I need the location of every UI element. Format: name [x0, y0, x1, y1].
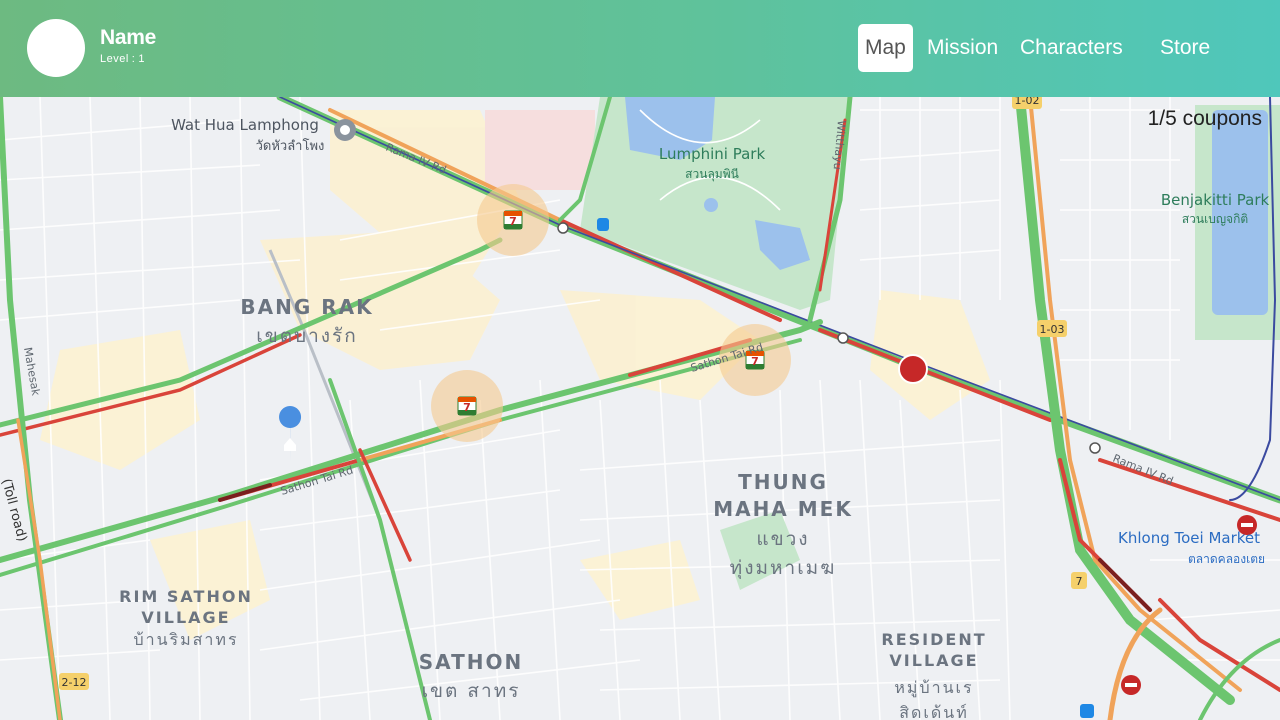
svg-text:7: 7: [463, 401, 471, 414]
place-label-local: สวนเบญจกิติ: [1182, 212, 1248, 226]
avatar[interactable]: [27, 19, 85, 77]
coupon-counter: 1/5 coupons: [1147, 107, 1262, 130]
place-label-local: วัดหัวลำโพง: [256, 138, 325, 154]
place-label: Khlong Toei Market: [1118, 529, 1260, 547]
bus-stop-icon: [1080, 704, 1094, 718]
district-label: VILLAGE: [141, 608, 230, 627]
seven-eleven-icon[interactable]: 7: [457, 396, 477, 416]
place-label-local: ตลาดคลองเตย: [1188, 552, 1265, 566]
hospital-area: [485, 110, 595, 190]
shield-label: 7: [1076, 575, 1083, 588]
level-label: Level: [100, 53, 129, 65]
place-label: Benjakitti Park: [1161, 191, 1270, 209]
user-level: Level:1: [100, 53, 145, 65]
district-label: SATHON: [419, 650, 523, 674]
level-value: 1: [138, 53, 145, 65]
svg-text:7: 7: [751, 355, 759, 368]
district-label: THUNG: [738, 470, 828, 494]
district-label-local: แขวง: [756, 528, 809, 550]
top-bar: Name Level:1 Map Mission Characters Stor…: [0, 0, 1280, 97]
district-label: RESIDENT: [881, 630, 986, 649]
tab-map[interactable]: Map: [858, 24, 913, 72]
district-label: VILLAGE: [889, 651, 978, 670]
bus-stop-icon: [597, 218, 609, 231]
district-label-local: บ้านริมสาทร: [133, 630, 238, 649]
metro-icon: [837, 332, 849, 344]
map-view[interactable]: 7 7 7 1-02 1-03 2-12 7 Rama IV Rd Sathon…: [0, 97, 1280, 720]
place-label: Lumphini Park: [659, 145, 766, 163]
district-label: RIM SATHON: [119, 587, 253, 606]
metro-icon: [557, 222, 569, 234]
lumphini-pond: [704, 198, 718, 212]
current-location-marker[interactable]: [898, 354, 928, 384]
shield-label: 2-12: [62, 676, 87, 689]
tab-characters[interactable]: Characters: [1020, 24, 1123, 72]
seven-eleven-icon[interactable]: 7: [503, 210, 523, 230]
metro-icon: [1089, 442, 1101, 454]
district-label: MAHA MEK: [713, 497, 853, 521]
map-canvas[interactable]: 7 7 7 1-02 1-03 2-12 7 Rama IV Rd Sathon…: [0, 97, 1280, 720]
svg-text:7: 7: [509, 215, 517, 228]
district-label-local: หมู่บ้านเร: [894, 678, 973, 698]
place-label-local: สวนลุมพินี: [685, 167, 739, 182]
tab-mission[interactable]: Mission: [927, 24, 998, 72]
district-label-local: เขต สาทร: [422, 680, 521, 702]
district-label: BANG RAK: [240, 295, 373, 319]
no-entry-icon: [1121, 675, 1141, 695]
shield-label: 1-03: [1040, 323, 1065, 336]
district-label-local: เขตบางรัก: [256, 325, 358, 347]
district-label-local: ทุ่งมหาเมฆ: [730, 557, 837, 580]
district-label-local: สิดเด้นท์: [899, 703, 969, 720]
tab-store[interactable]: Store: [1160, 24, 1210, 72]
user-name: Name: [100, 26, 156, 49]
shield-label: 1-02: [1015, 97, 1040, 107]
place-label: Wat Hua Lamphong: [171, 116, 319, 134]
